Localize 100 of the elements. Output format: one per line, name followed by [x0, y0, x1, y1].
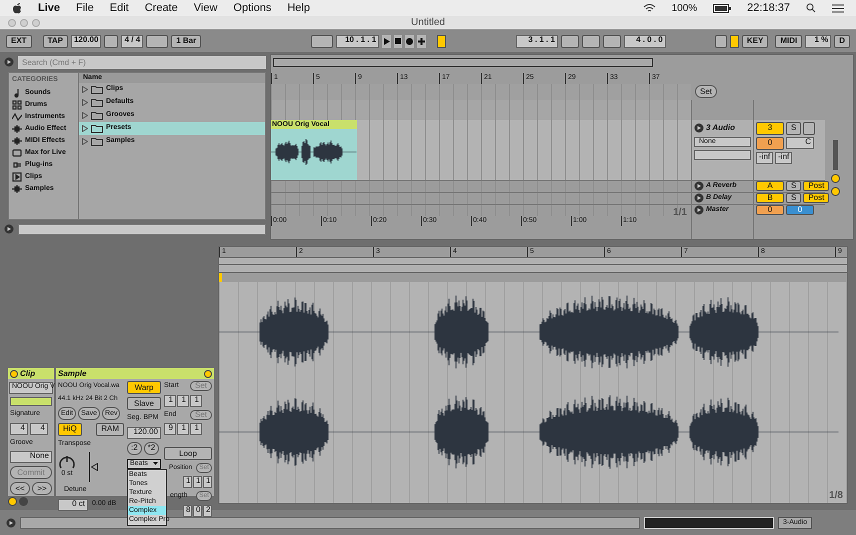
menu-item[interactable]: Edit — [110, 0, 129, 16]
bpm-field[interactable]: 120.00 — [127, 426, 161, 438]
peak-meter-value[interactable]: -inf — [756, 152, 774, 164]
quantize-dropdown[interactable]: 1 Bar — [171, 34, 202, 48]
menu-item[interactable]: File — [76, 0, 94, 16]
slave-button[interactable]: Slave — [127, 397, 161, 410]
follow-button[interactable] — [310, 34, 333, 48]
volume-field[interactable]: 0 — [756, 136, 784, 150]
expand-icon[interactable] — [204, 370, 212, 378]
slider-thumb[interactable] — [91, 463, 98, 471]
menu-item[interactable]: Create — [144, 0, 178, 16]
track-activator[interactable]: A — [756, 181, 784, 191]
menu-item[interactable]: View — [194, 0, 218, 16]
gain-slider[interactable] — [86, 452, 98, 482]
track-lane[interactable] — [271, 100, 691, 120]
warp-button[interactable]: Warp — [127, 381, 161, 394]
post-button[interactable]: Post — [803, 181, 830, 191]
clip-color-dropdown[interactable] — [10, 397, 52, 406]
battery-icon[interactable] — [713, 4, 732, 12]
nudge-button[interactable] — [104, 34, 118, 48]
overview-bar[interactable] — [273, 58, 653, 67]
signature-field[interactable]: 4 — [10, 422, 28, 434]
automation-arm-button[interactable] — [436, 34, 446, 48]
loop-brace[interactable] — [219, 257, 847, 265]
search-icon[interactable] — [806, 3, 816, 13]
ram-button[interactable]: RAM — [96, 422, 124, 436]
draw-mode-button[interactable] — [714, 34, 727, 48]
number-field[interactable]: 1 — [164, 394, 176, 406]
menu-item[interactable]: Live — [38, 0, 60, 16]
apple-icon[interactable] — [12, 2, 22, 14]
punch-out-button[interactable] — [602, 34, 621, 48]
midi-button[interactable]: MIDI — [775, 34, 802, 48]
number-field[interactable]: 8 — [183, 504, 192, 516]
track-lane[interactable] — [271, 180, 691, 192]
tempo-field[interactable]: 120.00 — [70, 34, 102, 48]
metronome-button[interactable] — [146, 34, 168, 48]
scroll-bar[interactable] — [832, 140, 838, 170]
signature-field[interactable]: 4 / 4 — [121, 34, 144, 48]
loop-start-field[interactable]: 3 . 1 . 1 — [516, 34, 558, 48]
loop-button[interactable]: Loop — [164, 447, 212, 460]
list-icon[interactable] — [832, 4, 844, 12]
warp-marker[interactable] — [219, 273, 222, 282]
groove-field[interactable]: None — [10, 451, 52, 463]
number-field[interactable]: 0 — [193, 504, 202, 516]
loop-length-field[interactable]: 4 . 0 . 0 — [624, 34, 666, 48]
number-field[interactable]: 1 — [177, 423, 189, 435]
solo-button[interactable]: S — [786, 193, 802, 203]
solo-button[interactable]: S — [786, 181, 802, 191]
loop-button[interactable] — [582, 34, 600, 48]
track-lane[interactable] — [271, 192, 691, 204]
browser-toggle-icon[interactable] — [4, 57, 14, 67]
track-toggle-icon[interactable] — [694, 205, 704, 215]
nudge-button[interactable]: << — [10, 482, 30, 495]
fold-icon[interactable] — [694, 122, 704, 132]
number-field[interactable]: 1 — [183, 476, 192, 488]
solo-button[interactable]: S — [786, 122, 802, 134]
key-button[interactable]: KEY — [742, 34, 768, 48]
arm-button[interactable] — [803, 122, 816, 134]
track-activator[interactable]: B — [756, 193, 784, 203]
double-button[interactable]: *2 — [144, 442, 160, 454]
cpu-meter[interactable]: 1 % — [805, 34, 832, 48]
hiq-button[interactable]: HiQ — [58, 422, 82, 436]
clip-toggle-icon[interactable] — [10, 370, 18, 378]
punch-in-button[interactable] — [560, 34, 579, 48]
number-field[interactable]: 1 — [190, 423, 202, 435]
groove-pool-icon[interactable] — [4, 224, 14, 234]
status-toggle-icon[interactable] — [6, 518, 16, 528]
key-map-toggle[interactable] — [730, 34, 739, 48]
peak-meter-value[interactable]: -inf — [775, 152, 792, 164]
detune-field[interactable]: 0 ct — [58, 498, 88, 510]
pan-field[interactable]: C — [786, 136, 814, 148]
tap-button[interactable]: TAP — [42, 34, 68, 48]
number-field[interactable]: 2 — [203, 504, 212, 516]
volume-field[interactable]: 0 — [756, 205, 784, 215]
play-button[interactable] — [382, 34, 391, 48]
nudge-button[interactable]: >> — [32, 482, 52, 495]
ext-button[interactable]: EXT — [6, 34, 32, 48]
track-toggle-icon[interactable] — [694, 193, 704, 203]
transpose-knob[interactable] — [58, 454, 76, 469]
output-field[interactable] — [694, 150, 751, 160]
track-activator[interactable]: 3 — [756, 122, 784, 134]
halve-button[interactable]: :2 — [127, 442, 142, 454]
post-button[interactable]: Post — [803, 193, 830, 203]
overdub-button[interactable] — [416, 34, 426, 48]
number-field[interactable]: 9 — [164, 423, 176, 435]
wifi-icon[interactable] — [642, 3, 656, 13]
track-toggle-icon[interactable] — [694, 181, 704, 191]
number-field[interactable]: 1 — [190, 394, 202, 406]
number-field[interactable]: 1 — [203, 476, 212, 488]
position-field[interactable]: 10 . 1 . 1 — [336, 34, 380, 48]
marker-strip[interactable] — [219, 265, 847, 273]
disk-indicator[interactable]: D — [834, 34, 850, 48]
menu-item[interactable]: Options — [233, 0, 272, 16]
number-field[interactable]: 1 — [177, 394, 189, 406]
number-field[interactable]: 1 — [193, 476, 202, 488]
stop-button[interactable] — [394, 34, 402, 48]
search-field[interactable]: Search (Cmd + F) — [18, 56, 266, 68]
record-button[interactable] — [405, 34, 414, 48]
set-locator-button[interactable]: Set — [695, 85, 718, 98]
menu-item[interactable]: Help — [287, 0, 310, 16]
